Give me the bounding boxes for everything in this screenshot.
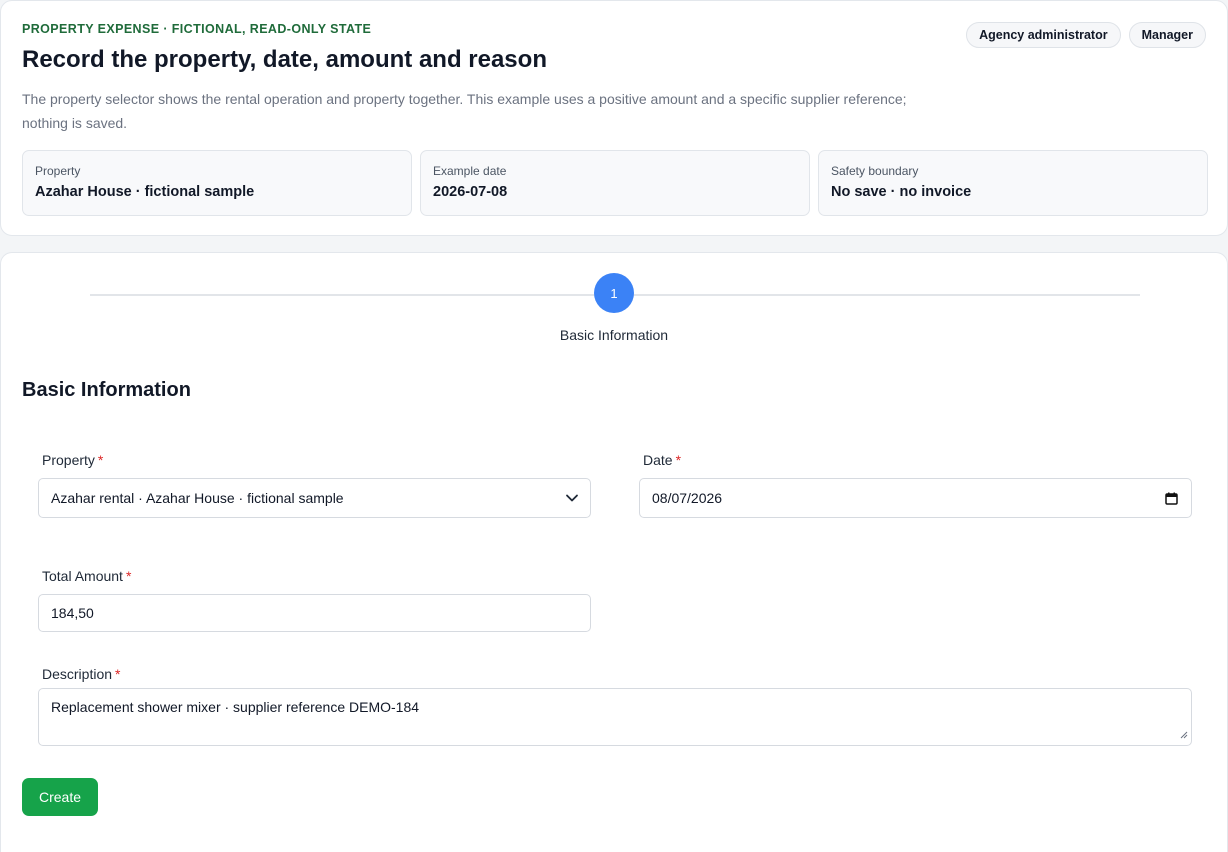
summary-value: Azahar House · fictional sample — [35, 184, 255, 200]
resize-handle-icon[interactable] — [1180, 726, 1188, 742]
page-eyebrow: PROPERTY EXPENSE · FICTIONAL, READ-ONLY … — [22, 22, 372, 36]
summary-label: Safety boundary — [831, 164, 919, 178]
page-header-card: PROPERTY EXPENSE · FICTIONAL, READ-ONLY … — [0, 0, 1228, 236]
summary-row: Property Azahar House · fictional sample… — [22, 150, 1208, 216]
expense-form-card: 1 Basic Information Basic Information Pr… — [0, 252, 1228, 852]
step-label: Basic Information — [559, 327, 669, 343]
amount-label: Total Amount * — [42, 568, 131, 584]
calendar-icon[interactable] — [1151, 492, 1191, 505]
page-title: Record the property, date, amount and re… — [22, 46, 547, 73]
total-amount-input[interactable]: 184,50 — [38, 594, 591, 632]
summary-label: Property — [35, 164, 81, 178]
property-label-text: Property — [42, 452, 95, 468]
amount-label-text: Total Amount — [42, 568, 123, 584]
summary-label: Example date — [433, 164, 507, 178]
date-label: Date * — [643, 452, 681, 468]
date-input-value: 08/07/2026 — [652, 490, 723, 506]
summary-example-date: Example date 2026-07-08 — [420, 150, 810, 216]
total-amount-value: 184,50 — [51, 605, 94, 621]
summary-property: Property Azahar House · fictional sample — [22, 150, 412, 216]
description-textarea[interactable]: Replacement shower mixer · supplier refe… — [38, 688, 1192, 746]
page-intro: The property selector shows the rental o… — [22, 91, 907, 131]
role-chips: Agency administrator Manager — [966, 22, 1206, 48]
required-mark: * — [125, 568, 132, 584]
required-mark: * — [97, 452, 104, 468]
step-indicator-1[interactable]: 1 — [594, 273, 634, 313]
property-label: Property * — [42, 452, 103, 468]
required-mark: * — [115, 666, 121, 682]
create-button[interactable]: Create — [22, 778, 98, 816]
summary-safety-boundary: Safety boundary No save · no invoice — [818, 150, 1208, 216]
role-chip-agency-administrator[interactable]: Agency administrator — [966, 22, 1121, 48]
summary-value: 2026-07-08 — [433, 184, 508, 200]
description-label: Description * — [42, 666, 120, 682]
description-value: Replacement shower mixer · supplier refe… — [51, 699, 420, 715]
section-title: Basic Information — [22, 379, 191, 401]
date-label-text: Date — [643, 452, 673, 468]
property-select[interactable]: Azahar rental · Azahar House · fictional… — [38, 478, 591, 518]
required-mark: * — [675, 452, 682, 468]
role-chip-manager[interactable]: Manager — [1128, 22, 1206, 48]
chevron-down-icon — [554, 491, 590, 505]
date-input[interactable]: 08/07/2026 — [639, 478, 1192, 518]
description-label-text: Description — [42, 666, 113, 682]
property-select-value: Azahar rental · Azahar House · fictional… — [51, 490, 344, 506]
summary-value: No save · no invoice — [831, 184, 972, 200]
